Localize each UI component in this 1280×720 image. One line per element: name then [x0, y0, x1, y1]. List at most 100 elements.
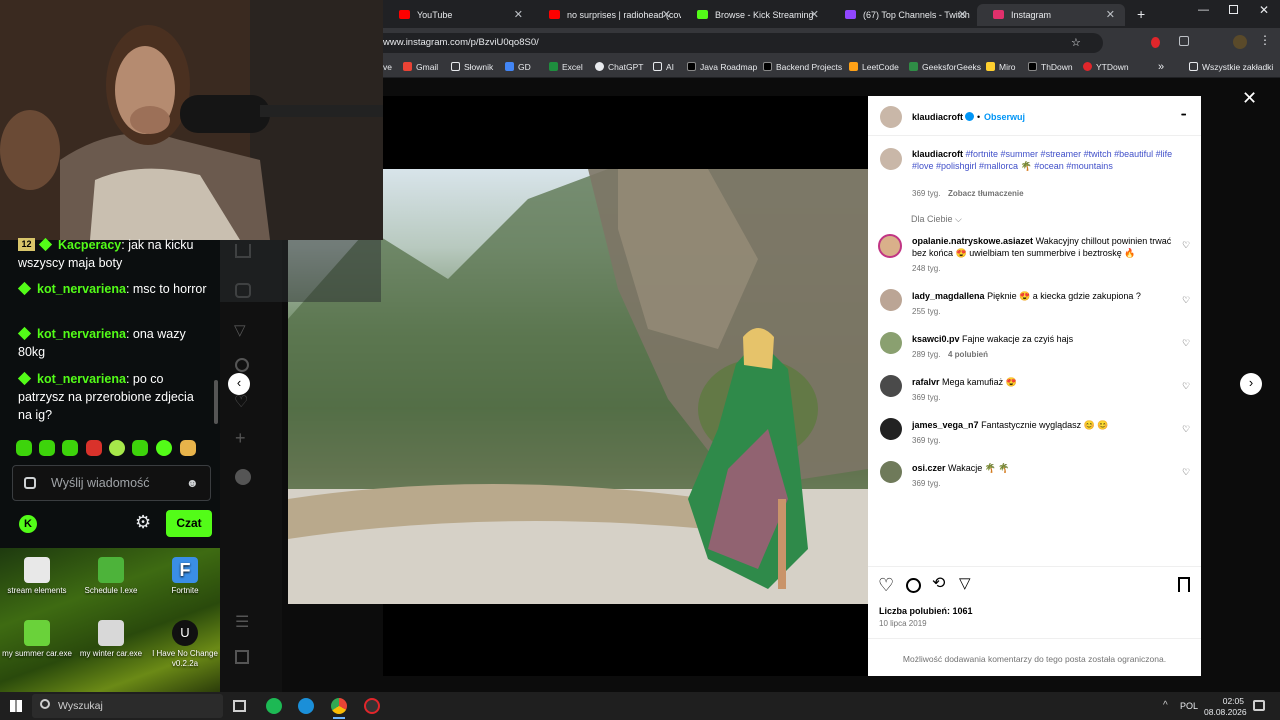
desktop-icon-schedule[interactable]: Schedule I.exe — [74, 557, 148, 596]
emote-icon[interactable] — [109, 440, 125, 456]
follow-button[interactable]: Obserwuj — [984, 111, 1025, 123]
bookmark-geeksforgeeks[interactable]: GeeksforGeeks — [909, 56, 981, 78]
desktop-icon-fortnite[interactable]: F Fortnite — [148, 557, 222, 596]
close-tab-icon[interactable]: ✕ — [514, 4, 523, 26]
like-icon[interactable]: ♡ — [878, 576, 894, 594]
comment-icon[interactable] — [906, 578, 921, 593]
like-comment-icon[interactable]: ♡ — [1182, 468, 1191, 477]
send-icon[interactable]: ▽ — [234, 321, 246, 339]
bookmark-ai[interactable]: AI — [653, 56, 674, 78]
chat-settings-gear-icon[interactable]: ⚙ — [135, 512, 151, 532]
comment-avatar[interactable] — [880, 418, 902, 440]
more-options-icon[interactable]: ••• — [1181, 110, 1186, 122]
tab-kick[interactable]: Browse - Kick Streaming ✕ — [681, 4, 829, 26]
language-indicator[interactable]: POL — [1180, 701, 1198, 711]
emote-icon[interactable] — [156, 440, 172, 456]
bookmark-thdown[interactable]: ThDown — [1028, 56, 1073, 78]
bookmark-star-icon[interactable]: ☆ — [1071, 36, 1081, 49]
see-translation-link[interactable]: Zobacz tłumaczenie — [948, 188, 1024, 200]
tab-instagram[interactable]: Instagram ✕ — [977, 4, 1125, 26]
chat-scrollbar[interactable] — [214, 380, 218, 424]
maximize-button[interactable] — [1229, 5, 1238, 14]
share-icon[interactable]: ▽ — [959, 575, 971, 593]
close-tab-icon[interactable]: ✕ — [662, 4, 671, 26]
comment-avatar[interactable] — [880, 332, 902, 354]
edge-icon[interactable] — [298, 698, 314, 714]
profile-avatar[interactable] — [1233, 35, 1247, 49]
comment-likes[interactable]: 4 polubień — [948, 349, 988, 361]
likes-count[interactable]: Liczba polubień: 1061 — [879, 605, 973, 617]
notifications-icon[interactable] — [1253, 700, 1265, 711]
tab-youtube[interactable]: YouTube ✕ — [383, 4, 533, 26]
search-icon[interactable] — [235, 358, 249, 372]
menu-dots-icon[interactable]: ⋮ — [1259, 33, 1271, 47]
chat-message-input[interactable]: Wyślij wiadomość — [12, 465, 211, 501]
close-tab-icon[interactable]: ✕ — [1106, 4, 1115, 26]
extensions-puzzle-icon[interactable] — [1179, 36, 1189, 46]
emote-icon[interactable] — [86, 440, 102, 456]
bookmark-leetcode[interactable]: LeetCode — [849, 56, 899, 78]
like-comment-icon[interactable]: ♡ — [1182, 339, 1191, 348]
emote-icon[interactable] — [39, 440, 55, 456]
taskbar-search-box[interactable]: Wyszukaj — [32, 694, 223, 718]
shield-icon[interactable] — [24, 477, 36, 489]
new-tab-button[interactable]: + — [1137, 4, 1145, 24]
windows-start-icon[interactable] — [10, 700, 22, 712]
url-field[interactable]: www.instagram.com/p/BzviU0qo8S0/ — [383, 33, 1103, 53]
desktop-icon-my-winter-car[interactable]: my winter car.exe — [74, 620, 148, 659]
desktop-icon-my-summer-car[interactable]: my summer car.exe — [0, 620, 74, 659]
bookmark-slownik[interactable]: Słownik — [451, 56, 493, 78]
system-clock[interactable]: 02:05 08.08.2026 — [1204, 696, 1247, 718]
create-icon[interactable]: + — [235, 428, 246, 449]
comment-avatar[interactable] — [880, 461, 902, 483]
like-comment-icon[interactable]: ♡ — [1182, 382, 1191, 391]
obs-icon[interactable] — [364, 698, 380, 714]
close-window-button[interactable]: ✕ — [1259, 3, 1269, 17]
heart-icon[interactable]: ♡ — [234, 392, 248, 412]
tray-chevron-icon[interactable]: ^ — [1163, 700, 1168, 711]
tab-twitch[interactable]: (67) Top Channels - Twitch ✕ — [829, 4, 977, 26]
bookmark-gmail[interactable]: Gmail — [403, 56, 438, 78]
close-tab-icon[interactable]: ✕ — [810, 4, 819, 26]
close-post-button[interactable]: ✕ — [1242, 88, 1257, 109]
like-comment-icon[interactable]: ♡ — [1182, 241, 1191, 250]
desktop-icon-i-have-no-change[interactable]: UI Have No Change v0.2.2a — [148, 620, 222, 669]
author-username[interactable]: klaudiacroft — [912, 111, 963, 123]
repost-icon[interactable]: ⟲ — [932, 575, 945, 593]
task-view-icon[interactable] — [233, 700, 246, 712]
save-bookmark-icon[interactable] — [1178, 577, 1190, 592]
desktop-icon-stream-elements[interactable]: stream elements — [0, 557, 74, 596]
previous-post-button[interactable]: ‹ — [228, 373, 250, 395]
for-you-dropdown[interactable]: Dla Ciebie ⌵ — [911, 213, 962, 225]
emote-icon[interactable] — [180, 440, 196, 456]
bookmark-backend-projects[interactable]: Backend Projects — [763, 56, 842, 78]
chat-send-button[interactable]: Czat — [166, 510, 212, 537]
next-post-button[interactable]: › — [1240, 373, 1262, 395]
like-comment-icon[interactable]: ♡ — [1182, 425, 1191, 434]
bookmark-chatgpt[interactable]: ChatGPT — [595, 56, 643, 78]
bookmark-miro[interactable]: Miro — [986, 56, 1016, 78]
bookmark-gd[interactable]: GD — [505, 56, 531, 78]
comment-avatar[interactable] — [880, 289, 902, 311]
apps-icon[interactable] — [235, 650, 249, 664]
bookmark-ytdown[interactable]: YTDown — [1083, 56, 1129, 78]
bookmark-java-roadmap[interactable]: Java Roadmap — [687, 56, 757, 78]
spotify-icon[interactable] — [266, 698, 282, 714]
comment-avatar[interactable] — [878, 234, 902, 258]
minimize-button[interactable]: — — [1198, 4, 1209, 16]
emote-icon[interactable] — [62, 440, 78, 456]
bookmarks-overflow-button[interactable]: » — [1158, 56, 1164, 78]
profile-icon[interactable] — [235, 469, 251, 485]
caption-avatar[interactable] — [880, 148, 902, 170]
bookmark-ve[interactable]: ve — [383, 56, 392, 78]
kick-logo-icon[interactable]: K — [19, 515, 37, 533]
tab-radiohead[interactable]: no surprises | radiohead (cov ✕ — [533, 4, 681, 26]
emote-icon[interactable] — [16, 440, 32, 456]
emote-icon[interactable] — [132, 440, 148, 456]
comment-avatar[interactable] — [880, 375, 902, 397]
extension-icon[interactable] — [1151, 37, 1160, 48]
like-comment-icon[interactable]: ♡ — [1182, 296, 1191, 305]
all-bookmarks-folder[interactable]: Wszystkie zakładki — [1189, 56, 1273, 78]
emoji-icon[interactable]: ☻ — [186, 476, 199, 490]
author-avatar[interactable] — [880, 106, 902, 128]
